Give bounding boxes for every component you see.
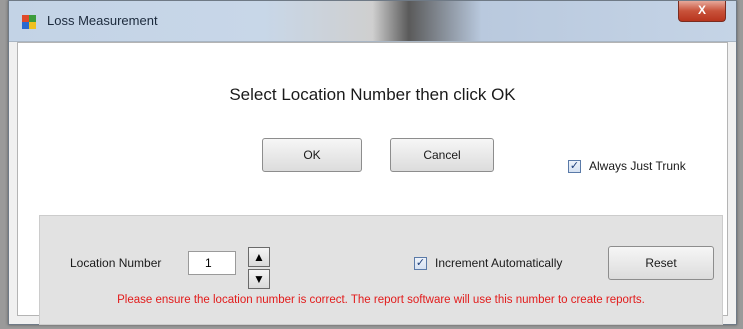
always-just-trunk-checkbox[interactable]: ✓	[568, 160, 581, 173]
increment-automatically-checkbox[interactable]: ✓	[414, 257, 427, 270]
instruction-text: Select Location Number then click OK	[229, 85, 516, 104]
window-title: Loss Measurement	[47, 13, 158, 28]
close-icon: X	[697, 3, 706, 17]
location-number-input[interactable]: 1	[188, 251, 236, 275]
location-panel: Location Number 1 ▲ ▼ ✓ Increment Automa…	[39, 215, 723, 325]
increment-automatically-label: Increment Automatically	[435, 256, 563, 270]
warning-message: Please ensure the location number is cor…	[117, 294, 645, 306]
increment-down-button[interactable]: ▼	[248, 269, 270, 289]
arrow-down-icon: ▼	[253, 272, 265, 286]
increment-up-button[interactable]: ▲	[248, 247, 270, 267]
dialog-body: Select Location Number then click OK OK …	[17, 42, 728, 325]
close-button[interactable]: X	[678, 1, 726, 22]
arrow-up-icon: ▲	[253, 250, 265, 264]
cancel-button[interactable]: Cancel	[390, 138, 494, 172]
loss-measurement-window: Loss Measurement X Select Location Numbe…	[8, 0, 737, 325]
always-just-trunk-label: Always Just Trunk	[589, 159, 686, 173]
title-bar[interactable]: Loss Measurement X	[9, 1, 736, 42]
app-icon	[22, 15, 36, 29]
ok-button[interactable]: OK	[262, 138, 362, 172]
reset-button[interactable]: Reset	[608, 246, 714, 280]
location-number-label: Location Number	[70, 256, 162, 270]
